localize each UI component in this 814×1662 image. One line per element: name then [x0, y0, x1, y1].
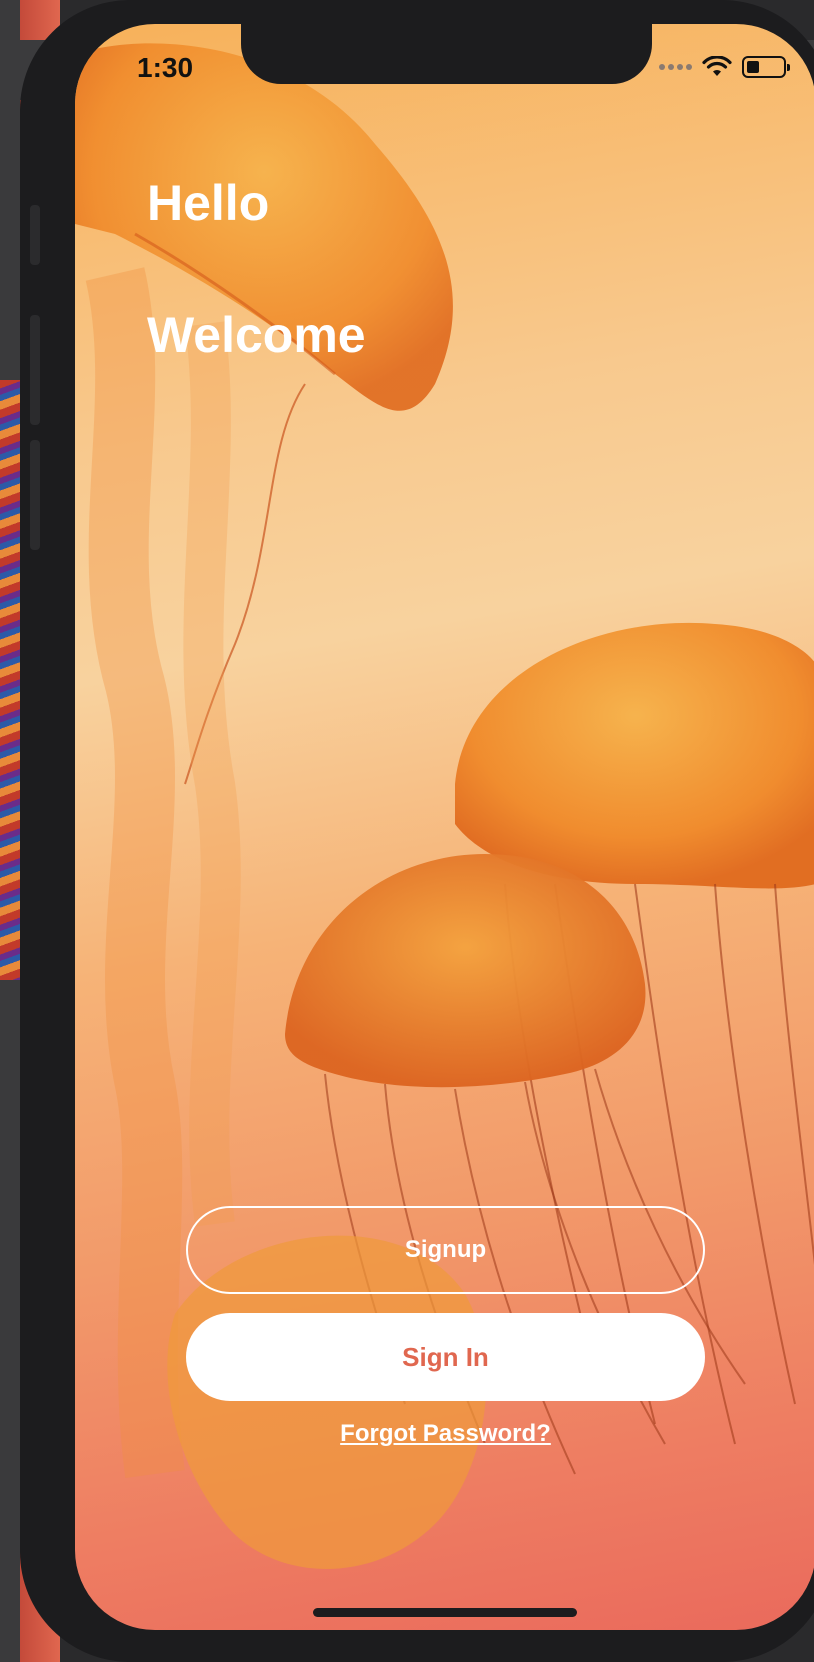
home-indicator[interactable] [313, 1608, 577, 1617]
status-time: 1:30 [137, 52, 194, 83]
cellular-signal-icon [659, 64, 692, 70]
battery-icon [742, 56, 790, 78]
wifi-icon [702, 56, 732, 76]
app-screen: 1:30 Hello Welcome Signup Sign In Forgot… [75, 24, 814, 1630]
mute-switch [30, 205, 40, 265]
signin-button[interactable]: Sign In [186, 1313, 705, 1401]
greeting-hello: Hello [147, 175, 270, 231]
desktop-wallpaper [0, 380, 22, 980]
signup-button[interactable]: Signup [186, 1206, 705, 1294]
volume-down-button [30, 440, 40, 550]
status-icons [659, 54, 790, 80]
volume-up-button [30, 315, 40, 425]
device-notch [241, 24, 652, 84]
phone-frame: 1:30 Hello Welcome Signup Sign In Forgot… [20, 0, 814, 1662]
forgot-password-link[interactable]: Forgot Password? [75, 1420, 814, 1448]
greeting-welcome: Welcome [147, 307, 366, 363]
